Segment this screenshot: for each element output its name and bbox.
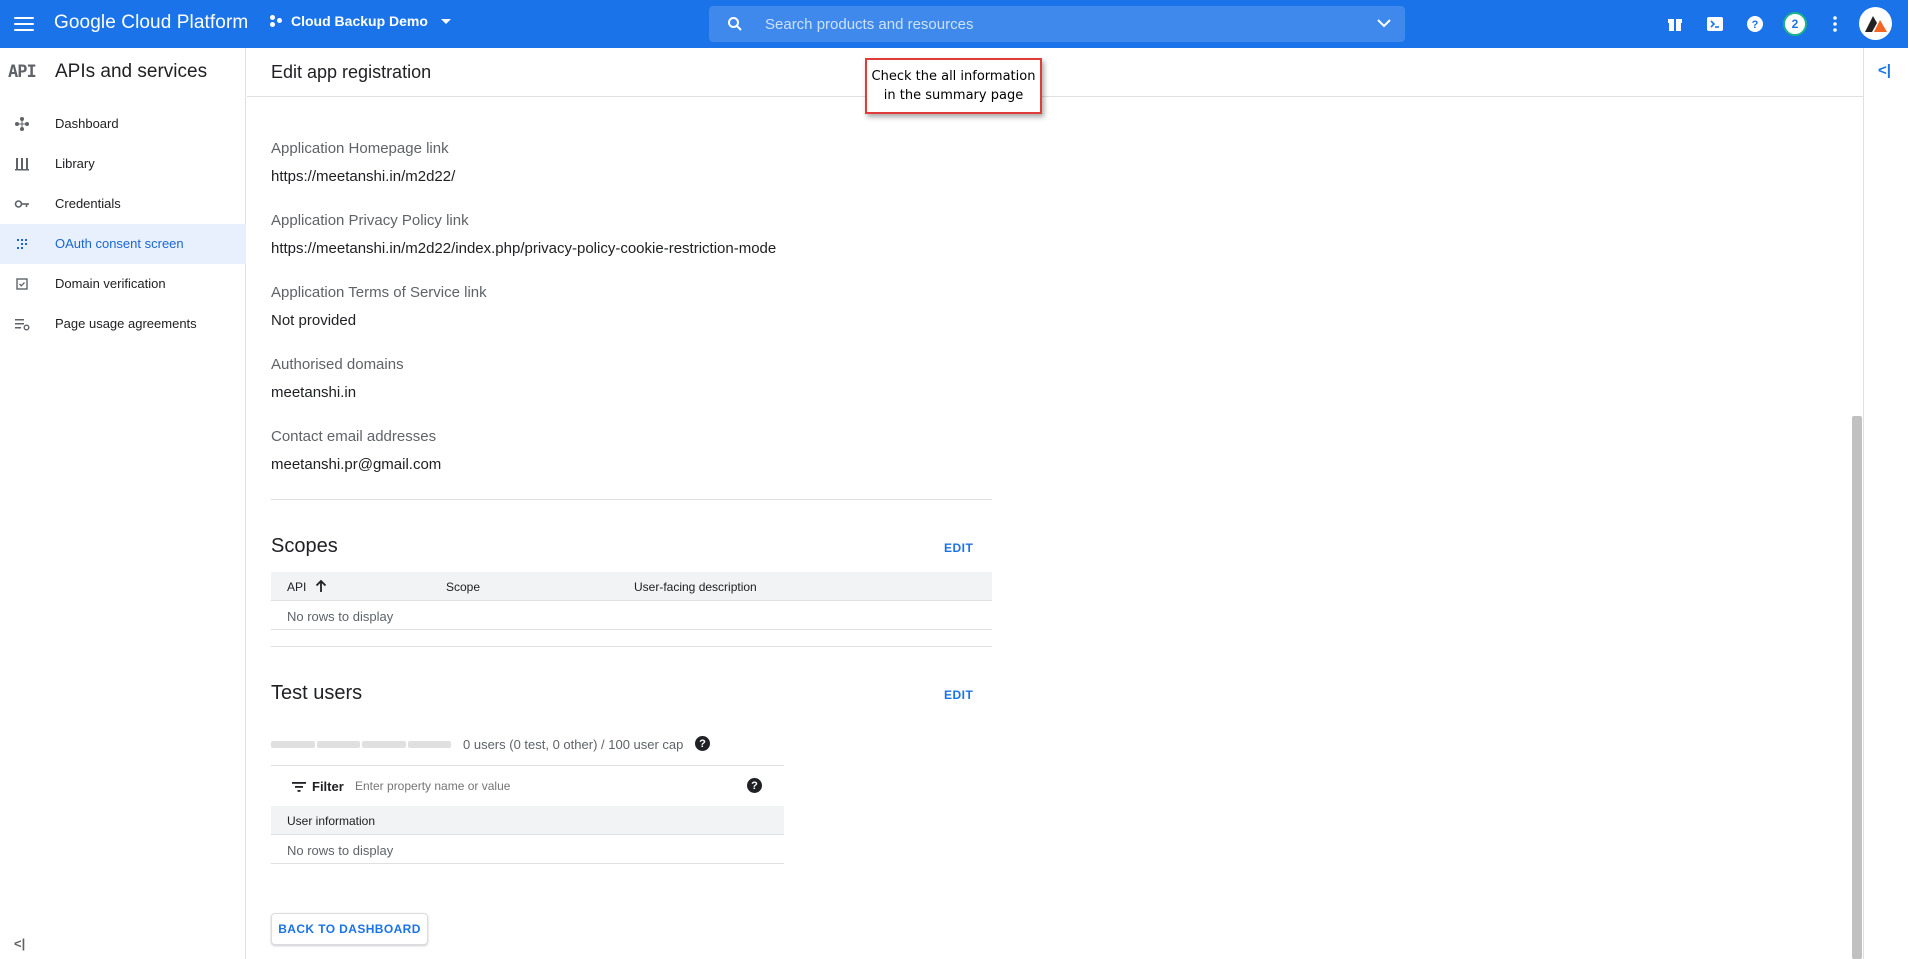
homepage-link-label: Application Homepage link <box>271 140 449 157</box>
api-logo-icon: API <box>8 62 37 82</box>
cloud-shell-icon[interactable] <box>1704 13 1726 35</box>
project-selector[interactable]: Cloud Backup Demo <box>270 13 451 29</box>
contact-email-label: Contact email addresses <box>271 428 437 445</box>
back-to-dashboard-button[interactable]: BACK TO DASHBOARD <box>271 913 428 945</box>
sidebar-item-label: Domain verification <box>55 276 166 291</box>
column-header-scope[interactable]: Scope <box>446 580 480 594</box>
project-icon <box>270 14 284 28</box>
empty-state-text: No rows to display <box>287 609 394 624</box>
sidebar-item-dashboard[interactable]: Dashboard <box>0 104 246 144</box>
filter-icon <box>292 782 306 792</box>
chevron-down-icon <box>440 18 451 24</box>
sort-ascending-icon[interactable] <box>315 579 327 593</box>
search-bar[interactable]: Search products and resources <box>709 6 1405 42</box>
filter-label: Filter <box>312 779 344 794</box>
right-panel-rail: <| <box>1863 48 1908 959</box>
scopes-table-header: API Scope User-facing description <box>271 572 992 601</box>
gift-icon[interactable] <box>1664 13 1686 35</box>
divider <box>271 646 992 647</box>
expand-panel-icon[interactable]: <| <box>1878 62 1891 79</box>
notifications-badge[interactable]: 2 <box>1783 12 1807 36</box>
column-header-description[interactable]: User-facing description <box>634 580 757 594</box>
oauth-icon <box>17 239 27 249</box>
table-row: No rows to display <box>271 835 784 864</box>
sidebar-item-domain-verification[interactable]: Domain verification <box>0 264 246 304</box>
collapse-sidebar-icon[interactable]: <| <box>14 936 25 951</box>
key-icon <box>14 200 29 208</box>
settings-list-icon <box>15 319 30 331</box>
sidebar-item-label: Page usage agreements <box>55 316 197 331</box>
callout-line: in the summary page <box>883 88 1024 103</box>
filter-bar: Filter ? <box>271 765 784 806</box>
privacy-policy-label: Application Privacy Policy link <box>271 212 469 229</box>
sidebar-item-page-usage-agreements[interactable]: Page usage agreements <box>0 304 246 344</box>
test-users-title: Test users <box>271 682 363 704</box>
avatar[interactable] <box>1859 7 1892 40</box>
sidebar-item-label: Credentials <box>55 196 121 211</box>
sidebar-item-label: OAuth consent screen <box>55 236 184 251</box>
sidebar-item-credentials[interactable]: Credentials <box>0 184 246 224</box>
search-input[interactable]: Search products and resources <box>765 16 973 33</box>
table-row: No rows to display <box>271 601 992 630</box>
terms-of-service-label: Application Terms of Service link <box>271 284 487 301</box>
page-title: Edit app registration <box>271 62 432 82</box>
dashboard-icon <box>15 117 29 131</box>
terms-of-service-value: Not provided <box>271 312 357 329</box>
sidebar-header: API APIs and services <box>0 48 246 96</box>
svg-text:?: ? <box>1752 19 1759 31</box>
top-app-bar: Google Cloud Platform Cloud Backup Demo … <box>0 0 1908 48</box>
sidebar-title: APIs and services <box>55 61 208 82</box>
more-vert-icon[interactable] <box>1824 13 1846 35</box>
edit-scopes-button[interactable]: EDIT <box>944 541 973 555</box>
sidebar-item-label: Library <box>55 156 95 171</box>
divider <box>271 499 992 500</box>
column-header-user-information[interactable]: User information <box>287 814 375 828</box>
authorised-domains-label: Authorised domains <box>271 356 404 373</box>
scopes-title: Scopes <box>271 535 338 557</box>
sidebar: API APIs and services Dashboard Library … <box>0 48 246 959</box>
help-icon[interactable]: ? <box>1744 13 1766 35</box>
callout-line: Check the all information <box>871 69 1036 84</box>
authorised-domains-value: meetanshi.in <box>271 384 357 401</box>
sidebar-item-library[interactable]: Library <box>0 144 246 184</box>
annotation-callout: Check the all information in the summary… <box>865 58 1042 114</box>
contact-email-value: meetanshi.pr@gmail.com <box>271 456 442 473</box>
test-users-table-header: User information <box>271 806 784 835</box>
user-cap-text: 0 users (0 test, 0 other) / 100 user cap <box>463 737 684 752</box>
app-title[interactable]: Google Cloud Platform <box>54 12 248 34</box>
help-icon[interactable]: ? <box>695 736 710 751</box>
chevron-down-icon[interactable] <box>1377 18 1391 28</box>
page-header: Edit app registration <box>247 48 1863 97</box>
help-icon[interactable]: ? <box>747 778 762 793</box>
column-header-api[interactable]: API <box>287 580 306 594</box>
search-icon <box>728 17 742 31</box>
checkbox-icon <box>16 278 28 290</box>
scrollbar[interactable] <box>1852 416 1862 959</box>
library-icon <box>15 158 29 171</box>
edit-test-users-button[interactable]: EDIT <box>944 688 973 702</box>
user-cap-progress-bar <box>271 741 451 748</box>
sidebar-item-label: Dashboard <box>55 116 119 131</box>
empty-state-text: No rows to display <box>287 843 394 858</box>
privacy-policy-value: https://meetanshi.in/m2d22/index.php/pri… <box>271 240 777 257</box>
project-name: Cloud Backup Demo <box>291 13 428 29</box>
menu-icon[interactable] <box>12 12 36 36</box>
sidebar-item-oauth-consent-screen[interactable]: OAuth consent screen <box>0 224 246 264</box>
filter-input[interactable] <box>355 779 655 793</box>
homepage-link-value: https://meetanshi.in/m2d22/ <box>271 168 456 185</box>
